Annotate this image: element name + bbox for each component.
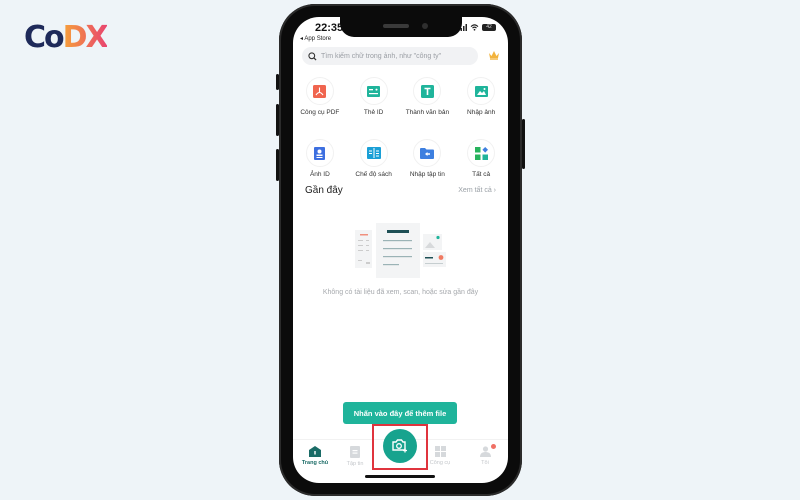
highlight-box	[372, 424, 428, 470]
tab-label: Trang chủ	[301, 460, 329, 466]
tool-label: Nhập tập tin	[409, 171, 445, 178]
tool-book-mode[interactable]: Chế độ sách	[347, 139, 401, 195]
tab-label: Tôi	[481, 460, 489, 466]
volume-up-button	[276, 104, 279, 136]
status-time: 22:35	[315, 22, 344, 34]
volume-down-button	[276, 149, 279, 181]
see-all-link[interactable]: Xem tất cả ›	[458, 187, 496, 194]
tool-import-image[interactable]: Nhập ảnh	[454, 77, 508, 133]
logo-text-co: Co	[24, 20, 65, 55]
grid-icon	[434, 446, 446, 457]
app-screen: 22:35 ◂ App Store 42 Tìm kiếm chữ trong …	[293, 17, 508, 483]
tool-import-file[interactable]: Nhập tập tin	[401, 139, 455, 195]
all-apps-icon	[474, 146, 488, 160]
tool-pdf[interactable]: Công cụ PDF	[293, 77, 347, 133]
premium-crown-icon[interactable]	[488, 50, 500, 60]
speaker	[383, 24, 409, 28]
tab-files[interactable]: Tập tin	[338, 446, 372, 467]
tool-label: Chế độ sách	[355, 171, 392, 178]
search-input[interactable]: Tìm kiếm chữ trong ảnh, như "công ty"	[302, 47, 478, 65]
notification-badge	[491, 444, 496, 449]
tool-to-text[interactable]: Thành văn bản	[401, 77, 455, 133]
phone-frame: 22:35 ◂ App Store 42 Tìm kiếm chữ trong …	[276, 4, 525, 496]
empty-state-illustration	[355, 223, 446, 278]
mute-switch	[276, 74, 279, 90]
battery-icon: 42	[482, 24, 496, 31]
image-icon	[474, 85, 488, 97]
home-icon	[309, 446, 321, 457]
back-to-app-store[interactable]: ◂ App Store	[300, 35, 331, 42]
tool-id-card[interactable]: Thẻ ID	[347, 77, 401, 133]
tool-label: Tất cả	[472, 171, 491, 178]
search-placeholder: Tìm kiếm chữ trong ảnh, như "công ty"	[321, 52, 442, 60]
tool-label: Ảnh ID	[309, 171, 330, 178]
folder-import-icon	[420, 148, 435, 159]
tool-label: Thẻ ID	[363, 109, 384, 116]
book-icon	[366, 147, 381, 159]
file-icon	[350, 446, 360, 458]
profile-icon	[479, 446, 491, 457]
tab-tools[interactable]: Công cụ	[423, 446, 457, 466]
logo-text-dx: DX	[62, 20, 109, 55]
notch	[340, 17, 462, 37]
status-icons: 42	[458, 24, 496, 31]
recent-section-title: Gần đây	[305, 185, 343, 196]
tool-label: Thành văn bản	[405, 109, 450, 116]
front-camera	[422, 23, 428, 29]
tab-label: Công cụ	[429, 460, 451, 466]
wifi-icon	[470, 24, 479, 31]
power-button	[522, 119, 525, 169]
tab-profile[interactable]: Tôi	[468, 444, 502, 466]
codx-logo: Co DX	[24, 20, 109, 55]
text-icon	[420, 84, 434, 98]
home-indicator	[365, 475, 435, 478]
tools-grid: Công cụ PDF Thẻ ID Thành văn bản Nhập ản…	[293, 77, 508, 195]
pdf-icon	[313, 84, 327, 98]
tool-label: Công cụ PDF	[300, 109, 340, 116]
empty-state-message: Không có tài liệu đã xem, scan, hoặc sửa…	[322, 289, 479, 296]
tab-label: Tập tin	[346, 461, 364, 467]
search-icon	[308, 51, 317, 61]
id-card-icon	[367, 85, 381, 97]
tab-home[interactable]: Trang chủ	[298, 446, 332, 466]
id-photo-icon	[314, 146, 326, 160]
tool-label: Nhập ảnh	[467, 109, 496, 116]
add-file-button[interactable]: Nhấn vào đây để thêm file	[343, 402, 457, 424]
